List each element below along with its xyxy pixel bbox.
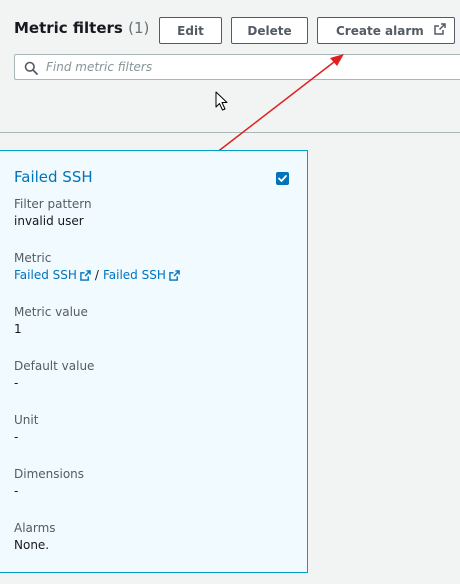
filter-pattern-value: invalid user: [14, 214, 84, 228]
filter-pattern-field: Filter pattern invalid user: [14, 196, 92, 230]
page-title: Metric filters (1): [14, 19, 149, 37]
unit-value: -: [14, 430, 19, 444]
dimensions-label: Dimensions: [14, 467, 85, 481]
metric-separator: /: [94, 268, 99, 282]
search-input[interactable]: [46, 57, 446, 77]
metric-namespace-link[interactable]: Failed SSH: [14, 268, 91, 282]
unit-label: Unit: [14, 413, 39, 427]
alarms-field: Alarms None.: [14, 520, 56, 554]
filter-pattern-label: Filter pattern: [14, 197, 92, 211]
metric-namespace-text: Failed SSH: [14, 268, 77, 282]
create-alarm-button-label: Create alarm: [336, 23, 424, 38]
dimensions-field: Dimensions -: [14, 466, 84, 500]
delete-button[interactable]: Delete: [231, 17, 308, 44]
edit-button-label: Edit: [177, 23, 204, 38]
external-link-icon: [80, 269, 91, 286]
metric-value-value: 1: [14, 322, 22, 336]
search-icon: [24, 60, 38, 75]
unit-field: Unit -: [14, 412, 38, 446]
metric-value-field: Metric value 1: [14, 304, 88, 338]
external-link-icon: [434, 23, 446, 38]
default-value-label: Default value: [14, 359, 95, 373]
search-box[interactable]: [14, 54, 460, 80]
dimensions-value: -: [14, 484, 19, 498]
metric-filter-card[interactable]: Failed SSH Filter pattern invalid user M…: [0, 150, 308, 573]
edit-button[interactable]: Edit: [159, 17, 222, 44]
metric-name-text: Failed SSH: [102, 268, 166, 282]
alarms-label: Alarms: [14, 521, 56, 535]
title-text: Metric filters: [14, 19, 123, 37]
title-count: (1): [128, 19, 150, 37]
metric-value-label: Metric value: [14, 305, 88, 319]
delete-button-label: Delete: [247, 23, 292, 38]
metric-field: Metric Failed SSH / Failed SSH: [14, 250, 180, 286]
metric-value-links: Failed SSH / Failed SSH: [14, 267, 180, 286]
default-value-field: Default value -: [14, 358, 94, 392]
mouse-pointer-icon: [215, 91, 229, 111]
checkbox-checked-icon[interactable]: [276, 172, 289, 185]
create-alarm-button[interactable]: Create alarm: [317, 17, 455, 44]
alarms-value: None.: [14, 538, 50, 552]
default-value-value: -: [14, 376, 19, 390]
external-link-icon: [169, 269, 180, 286]
card-title: Failed SSH: [14, 168, 93, 186]
metric-filters-header: Metric filters (1) Edit Delete Create al…: [0, 0, 460, 133]
metric-label: Metric: [14, 251, 52, 265]
metric-name-link[interactable]: Failed SSH: [103, 268, 180, 282]
